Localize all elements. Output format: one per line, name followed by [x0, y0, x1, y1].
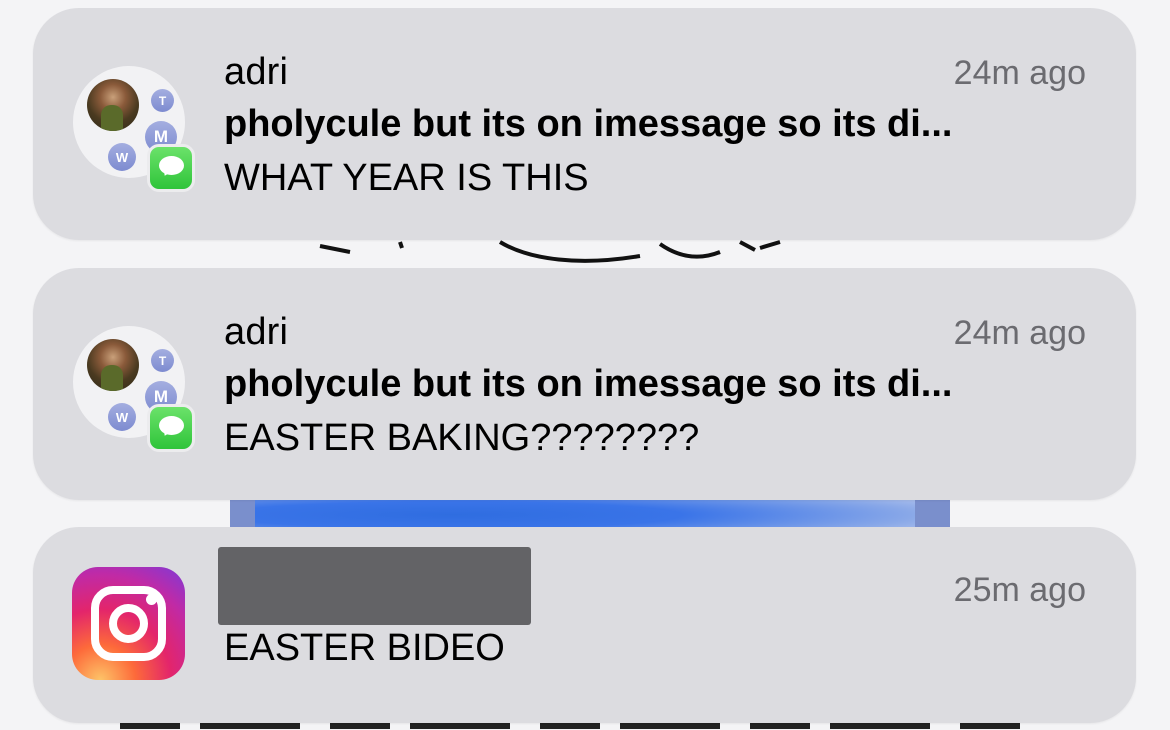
notification-sender: adri [224, 311, 289, 353]
contact-photo [87, 339, 139, 391]
notification-title: pholycule but its on imessage so its di.… [224, 363, 953, 405]
notification-card[interactable]: 25m ago EASTER BIDEO [33, 527, 1136, 723]
messages-icon [147, 404, 195, 452]
notification-card[interactable]: T M W adri 24m ago pholycule but its on … [33, 268, 1136, 500]
messages-icon [147, 144, 195, 192]
notification-title: pholycule but its on imessage so its di.… [224, 103, 953, 145]
group-avatar: T M W [73, 66, 195, 192]
notification-body: EASTER BAKING???????? [224, 417, 700, 459]
notification-body: EASTER BIDEO [224, 627, 505, 669]
member-avatar-w: W [108, 143, 136, 171]
group-avatar: T M W [73, 326, 195, 452]
redacted-sender [218, 547, 531, 625]
notification-card[interactable]: T M W adri 24m ago pholycule but its on … [33, 8, 1136, 240]
wallpaper-doodle [319, 240, 781, 263]
member-avatar-t: T [151, 349, 174, 372]
notification-time: 24m ago [953, 54, 1086, 92]
member-avatar-t: T [151, 89, 174, 112]
contact-photo [87, 79, 139, 131]
notification-time: 24m ago [953, 314, 1086, 352]
notification-body: WHAT YEAR IS THIS [224, 157, 589, 199]
member-avatar-w: W [108, 403, 136, 431]
notification-sender: adri [224, 51, 289, 93]
notification-time: 25m ago [953, 571, 1086, 609]
instagram-icon [72, 567, 185, 680]
